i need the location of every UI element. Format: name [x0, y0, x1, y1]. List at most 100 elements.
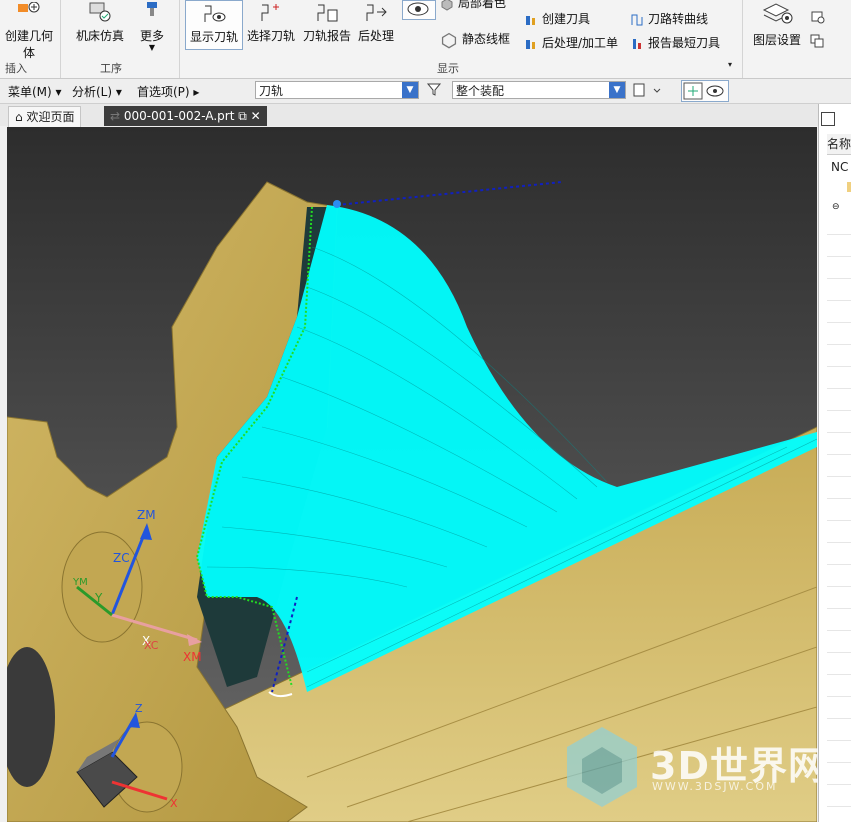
- operation-navigator: 名称 NC ⊖: [818, 104, 851, 822]
- nav-row-divider: [827, 608, 851, 609]
- post-worksheet-label: 后处理/加工单: [542, 36, 619, 50]
- chevron-down-icon: ▼: [148, 43, 156, 52]
- nav-row-divider: [827, 278, 851, 279]
- create-geometry-label: 创建几何体: [4, 29, 53, 60]
- create-geometry-button[interactable]: 创建几何体: [0, 2, 58, 61]
- tab-part-file[interactable]: ⇄ 000-001-002-A.prt ⧉ ✕: [104, 106, 267, 126]
- report-shortest-tool-icon: [633, 38, 641, 49]
- machine-sim-icon: [89, 2, 111, 22]
- static-wireframe-icon: [441, 32, 457, 48]
- filter-icon[interactable]: [426, 82, 444, 98]
- static-wireframe-label: 静态线框: [462, 32, 511, 46]
- nav-row-divider: [827, 806, 851, 807]
- assembly-scope-dropdown[interactable]: 整个装配 ▼: [452, 81, 626, 99]
- select-path-icon: [261, 4, 279, 21]
- group-expand-icon[interactable]: ▾: [728, 60, 732, 69]
- local-shading-button[interactable]: 局部着色: [440, 0, 506, 11]
- nav-root-item[interactable]: NC: [831, 160, 848, 174]
- triad-label-ym: YM: [72, 577, 88, 588]
- model-view[interactable]: ZM ZC Y YM X XC XM Z X: [7, 127, 817, 822]
- triad-label-xc: XC: [144, 639, 159, 652]
- show-path-icon: [204, 5, 226, 22]
- post-worksheet-icon: [526, 39, 535, 49]
- assembly-scope-value: 整个装配: [456, 84, 505, 98]
- select-path-label: 选择刀轨: [246, 29, 295, 43]
- nav-row-divider: [827, 234, 851, 235]
- type-filter-value: 刀轨: [259, 84, 284, 98]
- nav-row-divider: [827, 762, 851, 763]
- mcs-display-toggle[interactable]: [681, 80, 729, 102]
- command-toolbar: 菜单(M) ▾ 分析(L) ▾ 首选项(P) ▸ 刀轨 ▼ 整个装配 ▼: [0, 79, 851, 104]
- triad-label-xm: XM: [183, 650, 202, 664]
- nav-row-divider: [827, 344, 851, 345]
- post-process-button[interactable]: 后处理: [355, 2, 397, 44]
- group-label-insert: 插入: [5, 62, 27, 75]
- nav-row-divider: [827, 454, 851, 455]
- nav-row-divider: [827, 564, 851, 565]
- cube-label-z: Z: [135, 702, 143, 715]
- report-shortest-tool-button[interactable]: 报告最短刀具: [630, 34, 720, 51]
- nav-row-divider: [827, 674, 851, 675]
- collapse-icon[interactable]: ⊖: [832, 202, 840, 212]
- report-shortest-tool-label: 报告最短刀具: [648, 36, 721, 50]
- tool-start-marker: [333, 200, 341, 208]
- close-icon[interactable]: ✕: [251, 109, 261, 123]
- triad-label-zc: ZC: [113, 551, 130, 565]
- layer-move-icon[interactable]: [810, 10, 826, 24]
- column-header-name[interactable]: 名称: [827, 134, 851, 155]
- panel-restore-icon[interactable]: [821, 112, 835, 126]
- create-geometry-icon: [18, 2, 40, 13]
- eye-icon: [407, 2, 429, 16]
- nav-row-divider: [827, 476, 851, 477]
- select-path-button[interactable]: 选择刀轨: [243, 2, 299, 44]
- local-shading-icon: [441, 0, 453, 11]
- ribbon-separator: [179, 0, 180, 78]
- local-shading-label: 局部着色: [458, 0, 507, 10]
- more-label: 更多: [139, 29, 164, 43]
- triad-label-y: Y: [94, 591, 103, 605]
- eye-toggle-button[interactable]: [402, 0, 436, 20]
- menu-button[interactable]: 菜单(M) ▾: [8, 83, 62, 100]
- mcs-eye-icon: [683, 82, 724, 100]
- group-label-display: 显示: [437, 62, 459, 75]
- menu-label: 菜单(M): [8, 85, 52, 99]
- path-to-curve-label: 刀路转曲线: [648, 12, 709, 26]
- create-tool-label: 创建刀具: [542, 12, 591, 26]
- path-report-label: 刀轨报告: [302, 29, 351, 43]
- nav-row-divider: [827, 652, 851, 653]
- folder-icon: [847, 182, 851, 192]
- type-filter-dropdown[interactable]: 刀轨 ▼: [255, 81, 419, 99]
- more-button[interactable]: 更多 ▼: [133, 2, 171, 52]
- show-path-button[interactable]: 显示刀轨: [185, 0, 243, 50]
- graphics-viewport[interactable]: ZM ZC Y YM X XC XM Z X: [7, 127, 817, 822]
- preferences-menu[interactable]: 首选项(P) ▸: [137, 83, 199, 100]
- nav-row-divider: [827, 410, 851, 411]
- nav-row-divider: [827, 322, 851, 323]
- part-file-icon: ⇄: [110, 109, 121, 123]
- preferences-label: 首选项(P): [137, 85, 190, 99]
- analysis-label: 分析(L): [72, 85, 113, 99]
- nav-row-divider: [827, 630, 851, 631]
- post-worksheet-button[interactable]: 后处理/加工单: [524, 34, 618, 51]
- chevron-down-icon: ▼: [402, 82, 418, 98]
- selection-options-icon[interactable]: [632, 82, 662, 98]
- nav-row-divider: [827, 256, 851, 257]
- path-report-button[interactable]: 刀轨报告: [300, 2, 354, 44]
- static-wireframe-button[interactable]: 静态线框: [440, 30, 510, 49]
- tab-welcome[interactable]: ⌂ 欢迎页面: [8, 106, 82, 128]
- tool-axis-line: [336, 181, 563, 206]
- nav-row-divider: [827, 784, 851, 785]
- analysis-menu[interactable]: 分析(L) ▾: [72, 83, 122, 100]
- nav-row-divider: [827, 366, 851, 367]
- nav-row-divider: [827, 388, 851, 389]
- nav-row-divider: [827, 718, 851, 719]
- post-process-label: 后处理: [357, 29, 394, 43]
- popout-icon[interactable]: ⧉: [238, 109, 247, 123]
- triad-label-zm: ZM: [137, 508, 156, 522]
- create-tool-button[interactable]: 创建刀具: [524, 10, 590, 27]
- machine-sim-button[interactable]: 机床仿真: [72, 2, 128, 44]
- layer-copy-icon[interactable]: [810, 34, 826, 48]
- nav-row-divider: [827, 586, 851, 587]
- path-to-curve-button[interactable]: 刀路转曲线: [630, 10, 708, 27]
- layer-settings-button[interactable]: 图层设置: [748, 0, 806, 48]
